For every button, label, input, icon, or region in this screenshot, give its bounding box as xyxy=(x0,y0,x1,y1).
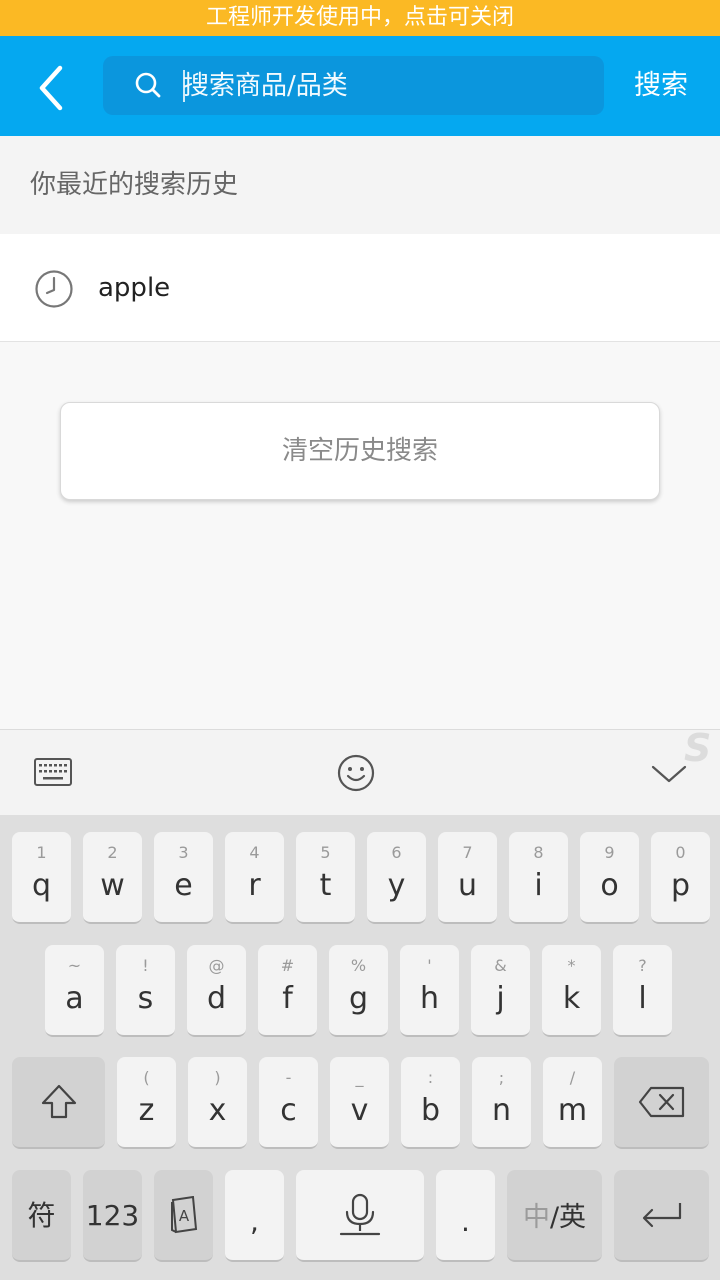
key-w[interactable]: 2w xyxy=(83,832,142,924)
handwriting-key[interactable]: A xyxy=(154,1170,213,1262)
sogou-logo-icon: S xyxy=(684,730,712,766)
history-title: 你最近的搜索历史 xyxy=(30,170,239,200)
key-y[interactable]: 6y xyxy=(367,832,426,924)
smiley-icon[interactable] xyxy=(333,750,379,796)
shift-icon xyxy=(41,1084,76,1119)
numeric-key[interactable]: 123 xyxy=(83,1170,142,1262)
shift-key[interactable] xyxy=(12,1057,105,1149)
backspace-key[interactable] xyxy=(614,1057,709,1149)
symbol-key[interactable]: 符 xyxy=(12,1170,71,1262)
clear-history-button[interactable]: 清空历史搜索 xyxy=(60,402,660,500)
key-r[interactable]: 4r xyxy=(225,832,284,924)
key-n[interactable]: ; n xyxy=(472,1057,531,1149)
history-section-header: 你最近的搜索历史 xyxy=(0,136,720,234)
back-button[interactable] xyxy=(26,58,82,114)
key-a[interactable]: ~ a xyxy=(45,945,104,1037)
search-button[interactable]: 搜索 xyxy=(634,66,688,106)
key-u[interactable]: 7u xyxy=(438,832,497,924)
handwriting-icon: A xyxy=(170,1196,197,1234)
key-h[interactable]: ' h xyxy=(400,945,459,1037)
svg-text:A: A xyxy=(178,1207,189,1225)
key-p[interactable]: 0p xyxy=(651,832,710,924)
search-icon xyxy=(135,72,161,98)
keyboard-icon[interactable] xyxy=(30,750,76,796)
microphone-icon xyxy=(339,1193,381,1236)
key-o[interactable]: 9o xyxy=(580,832,639,924)
history-item-label: apple xyxy=(98,273,171,303)
search-input[interactable] xyxy=(183,56,583,115)
key-c[interactable]: -c xyxy=(259,1057,318,1149)
key-f[interactable]: # f xyxy=(258,945,317,1037)
backspace-icon xyxy=(638,1086,684,1118)
keyboard-toolbar: S xyxy=(0,729,720,815)
key-i[interactable]: 8i xyxy=(509,832,568,924)
key-q[interactable]: 1q xyxy=(12,832,71,924)
key-v[interactable]: _ v xyxy=(330,1057,389,1149)
dev-mode-banner[interactable]: 工程师开发使用中，点击可关闭 xyxy=(0,0,720,36)
history-item[interactable]: apple xyxy=(0,234,720,342)
key-l[interactable]: ? l xyxy=(613,945,672,1037)
key-d[interactable]: @ d xyxy=(187,945,246,1037)
voice-key[interactable] xyxy=(296,1170,424,1262)
key-j[interactable]: & j xyxy=(471,945,530,1037)
clock-icon xyxy=(35,270,73,308)
key-k[interactable]: * k xyxy=(542,945,601,1037)
key-b[interactable]: :b xyxy=(401,1057,460,1149)
key-x[interactable]: ) x xyxy=(188,1057,247,1149)
period-key[interactable]: . xyxy=(436,1170,495,1262)
language-switch-key[interactable]: 中/英 xyxy=(507,1170,602,1262)
header-bar: 搜索 xyxy=(0,36,720,136)
enter-key[interactable] xyxy=(614,1170,709,1262)
comma-key[interactable]: , xyxy=(225,1170,284,1262)
key-g[interactable]: % g xyxy=(329,945,388,1037)
soft-keyboard: 1q 2w 3e 4r 5t 6y 7u 8i 9o 0p ~ a ! s @ d #… xyxy=(0,815,720,1280)
key-m[interactable]: / m xyxy=(543,1057,602,1149)
search-box[interactable] xyxy=(103,56,604,115)
key-t[interactable]: 5t xyxy=(296,832,355,924)
key-s[interactable]: ! s xyxy=(116,945,175,1037)
chevron-left-icon xyxy=(39,65,63,111)
key-z[interactable]: (z xyxy=(117,1057,176,1149)
enter-icon xyxy=(642,1203,681,1228)
text-cursor xyxy=(183,70,185,102)
key-e[interactable]: 3e xyxy=(154,832,213,924)
